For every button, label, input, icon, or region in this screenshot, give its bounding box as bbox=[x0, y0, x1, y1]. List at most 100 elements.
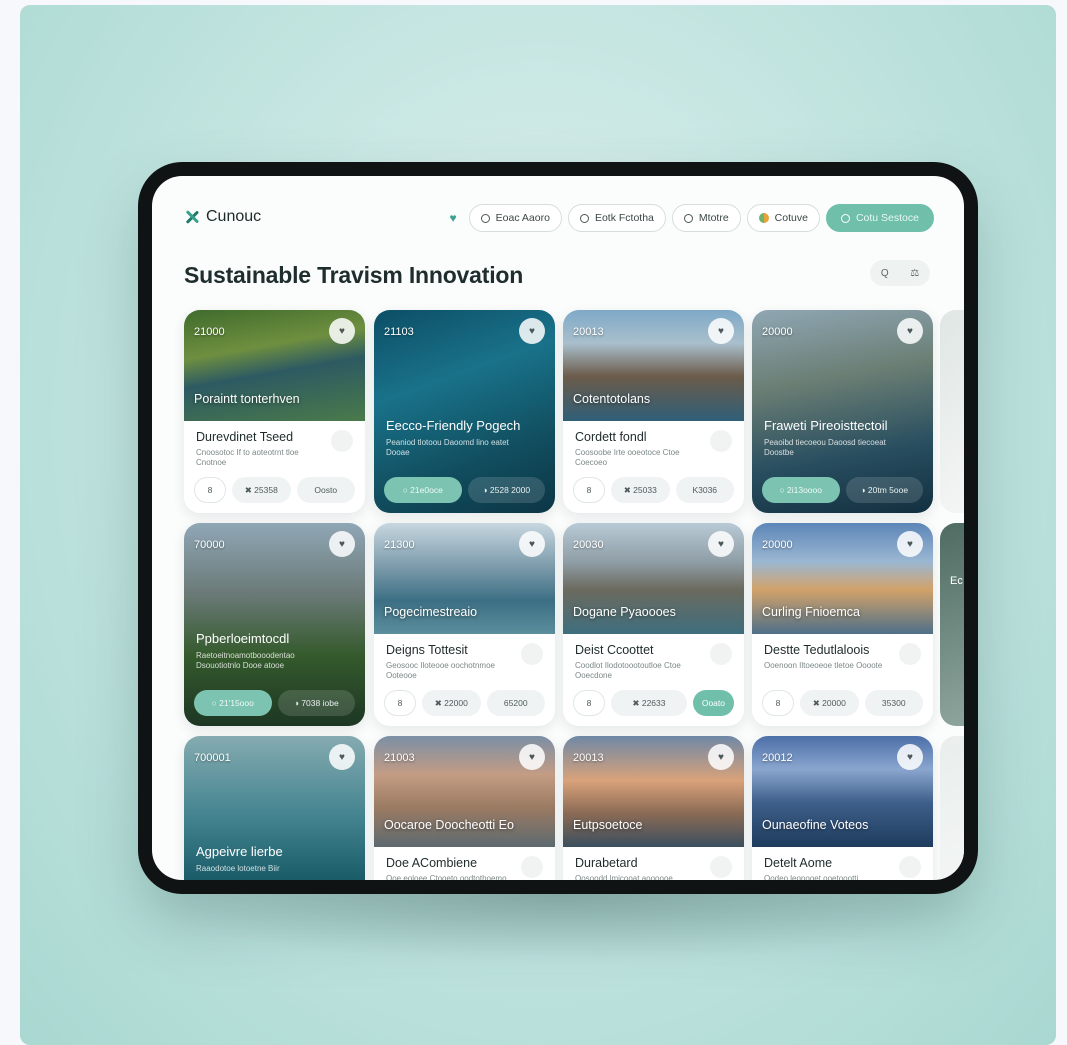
card-actions: 8 ✖ 25033 K3036 bbox=[573, 477, 734, 503]
card-description: Ooenoon Iltoeoeoe tletoe Oooote bbox=[764, 661, 883, 670]
partial-card-edge[interactable] bbox=[940, 310, 964, 513]
favorite-icon[interactable]: ♥ bbox=[519, 318, 545, 344]
card-title: Agpeivre lierbe bbox=[196, 844, 283, 859]
card-description: Raaodotoe lotoetne Biir bbox=[196, 864, 280, 873]
card-action-chip[interactable]: K3036 bbox=[675, 477, 734, 503]
destination-card[interactable]: 21103 ♥ Eecco-Friendly Pogech Peaniod tloto… bbox=[374, 310, 555, 513]
card-actions: 8 ✖ 25358 Oosto bbox=[194, 477, 355, 503]
card-action-chip[interactable]: ✖ 25358 bbox=[232, 477, 291, 503]
search-icon bbox=[480, 213, 490, 223]
favorite-icon[interactable]: ♥ bbox=[519, 744, 545, 770]
photo-caption: Oocaroe Doocheotti Eo bbox=[384, 818, 514, 832]
card-badge[interactable]: 8 bbox=[762, 690, 794, 716]
card-action-chip[interactable]: Oosto bbox=[296, 477, 355, 503]
destination-card[interactable]: 20013 ♥ Cotentotolans Cordett fondl Coosoobe… bbox=[563, 310, 744, 513]
photo-caption: Curling Fnioemca bbox=[762, 605, 860, 619]
card-title: Deist Ccoottet bbox=[575, 643, 654, 657]
circle-icon bbox=[683, 213, 693, 223]
card-action-chip[interactable]: ◑ 2528 2000 bbox=[467, 477, 545, 503]
favorite-icon[interactable]: ♥ bbox=[897, 744, 923, 770]
destination-card[interactable]: 20013 ♥ Eutpsoetoce Durabetard Oosoodd lmico… bbox=[563, 736, 744, 880]
destination-card[interactable]: 21003 ♥ Oocaroe Doocheotti Eo Doe ACombiene… bbox=[374, 736, 555, 880]
photo-caption: Cotentotolans bbox=[573, 392, 651, 406]
favorite-icon[interactable]: ♥ bbox=[329, 531, 355, 557]
more-icon[interactable] bbox=[899, 643, 921, 665]
app-screen: Cunouc ♥ Eoac Aaoro Eotk Fctotha Mtotre bbox=[152, 176, 964, 880]
heart-icon[interactable]: ♥ bbox=[450, 211, 457, 225]
card-action-chip[interactable]: Ooato bbox=[692, 690, 734, 716]
card-action-chip[interactable]: ✖ 22000 bbox=[422, 690, 481, 716]
card-badge[interactable]: 8 bbox=[573, 477, 605, 503]
more-icon[interactable] bbox=[899, 856, 921, 878]
card-badge[interactable]: 8 bbox=[194, 477, 226, 503]
photo-caption: Dogane Pyaoooes bbox=[573, 605, 676, 619]
card-action-chip[interactable]: ◑ 20tm 5ooe bbox=[845, 477, 923, 503]
favorite-icon[interactable]: ♥ bbox=[708, 318, 734, 344]
nav-pill-label: Mtotre bbox=[698, 212, 729, 224]
card-badge[interactable]: 8 bbox=[573, 690, 605, 716]
nav-pill-label: Cotuve bbox=[774, 212, 808, 224]
favorite-icon[interactable]: ♥ bbox=[897, 318, 923, 344]
card-code: 20012 bbox=[762, 752, 793, 764]
card-code: 20000 bbox=[762, 539, 793, 551]
filter-icon[interactable]: ⚖ bbox=[910, 268, 919, 279]
destination-card[interactable]: 21300 ♥ Pogecimestreaio Deigns Tottesit Geos… bbox=[374, 523, 555, 726]
card-action-chip[interactable]: 65200 bbox=[486, 690, 545, 716]
destination-card[interactable]: 70000 ♥ Ppberloeimtocdl Raetoeitnoamotboood… bbox=[184, 523, 365, 726]
card-action-chip[interactable]: ◑ 7038 iobe bbox=[277, 690, 355, 716]
card-actions: 8 ✖ 22633 Ooato bbox=[573, 690, 734, 716]
card-code: 20030 bbox=[573, 539, 604, 551]
favorite-icon[interactable]: ♥ bbox=[329, 744, 355, 770]
card-title: Durabetard bbox=[575, 856, 638, 870]
destination-card[interactable]: 21000 ♥ Poraintt tonterhven Durevdinet Tsee… bbox=[184, 310, 365, 513]
nav-cta-button[interactable]: Cotu Sestoce bbox=[825, 204, 934, 232]
nav-pill-explore[interactable]: Eotk Fctotha bbox=[567, 204, 666, 232]
more-icon[interactable] bbox=[521, 643, 543, 665]
more-icon[interactable] bbox=[710, 430, 732, 452]
card-action-chip[interactable]: ○ 21'15ooo bbox=[194, 690, 272, 716]
brand-name: Cunouc bbox=[206, 208, 262, 225]
more-icon[interactable] bbox=[521, 856, 543, 878]
destination-card[interactable]: 700001 ♥ Agpeivre lierbe Raaodotoe lotoetne… bbox=[184, 736, 365, 880]
favorite-icon[interactable]: ♥ bbox=[897, 531, 923, 557]
card-action-chip[interactable]: ✖ 22633 bbox=[611, 690, 687, 716]
card-action-chip[interactable]: 35300 bbox=[864, 690, 923, 716]
card-badge[interactable]: 8 bbox=[384, 690, 416, 716]
card-description: Peaniod tlotoou Daoomd lino eatet Dooae bbox=[386, 438, 509, 457]
favorite-icon[interactable]: ♥ bbox=[708, 531, 734, 557]
card-action-chip[interactable]: ○ 2i13oooo bbox=[762, 477, 840, 503]
destination-card[interactable]: 20000 ♥ Fraweti Pireoisttectoil Peaoibd tie… bbox=[752, 310, 933, 513]
destination-card[interactable]: 20030 ♥ Dogane Pyaoooes Deist Ccoottet Coodl… bbox=[563, 523, 744, 726]
background-stage: Cunouc ♥ Eoac Aaoro Eotk Fctotha Mtotre bbox=[20, 5, 1056, 1045]
card-title: Cordett fondl bbox=[575, 430, 647, 444]
card-title: Detelt Aome bbox=[764, 856, 833, 870]
card-action-chip[interactable]: ○ 21e0oce bbox=[384, 477, 462, 503]
card-action-chip[interactable]: ✖ 20000 bbox=[800, 690, 859, 716]
circle-icon bbox=[579, 213, 589, 223]
search-icon[interactable]: Q bbox=[881, 268, 889, 279]
card-title: Destte Tedutlaloois bbox=[764, 643, 870, 657]
top-nav: ♥ Eoac Aaoro Eotk Fctotha Mtotre Cotuve bbox=[450, 204, 934, 232]
more-icon[interactable] bbox=[710, 643, 732, 665]
view-tools: Q ⚖ bbox=[870, 260, 930, 286]
card-actions: 8 ✖ 22000 65200 bbox=[384, 690, 545, 716]
favorite-icon[interactable]: ♥ bbox=[329, 318, 355, 344]
partial-card-edge[interactable] bbox=[940, 736, 964, 880]
brand-logo[interactable]: Cunouc bbox=[184, 208, 261, 226]
card-title: Ppberloeimtocdl bbox=[196, 631, 290, 646]
card-action-chip[interactable]: ✖ 25033 bbox=[611, 477, 670, 503]
card-description: Ooe eoloee Ctooeto oodtothoemo bbox=[386, 874, 507, 880]
nav-pill-culture[interactable]: Cotuve bbox=[746, 204, 820, 232]
favorite-icon[interactable]: ♥ bbox=[519, 531, 545, 557]
card-code: 21300 bbox=[384, 539, 415, 551]
partial-card-edge[interactable]: Ec bbox=[940, 523, 964, 726]
destination-card[interactable]: 20012 ♥ Ounaeofine Voteos Detelt Aome Oodeo … bbox=[752, 736, 933, 880]
nav-pill-more[interactable]: Mtotre bbox=[671, 204, 741, 232]
destination-card[interactable]: 20000 ♥ Curling Fnioemca Destte Tedutlalooi… bbox=[752, 523, 933, 726]
more-icon[interactable] bbox=[331, 430, 353, 452]
card-description: Coodlot Ilodotoootoutloe Ctoe Ooecdone bbox=[575, 661, 681, 680]
nav-pill-search[interactable]: Eoac Aaoro bbox=[468, 204, 562, 232]
more-icon[interactable] bbox=[710, 856, 732, 878]
nav-pill-label: Eoac Aaoro bbox=[495, 212, 550, 224]
favorite-icon[interactable]: ♥ bbox=[708, 744, 734, 770]
